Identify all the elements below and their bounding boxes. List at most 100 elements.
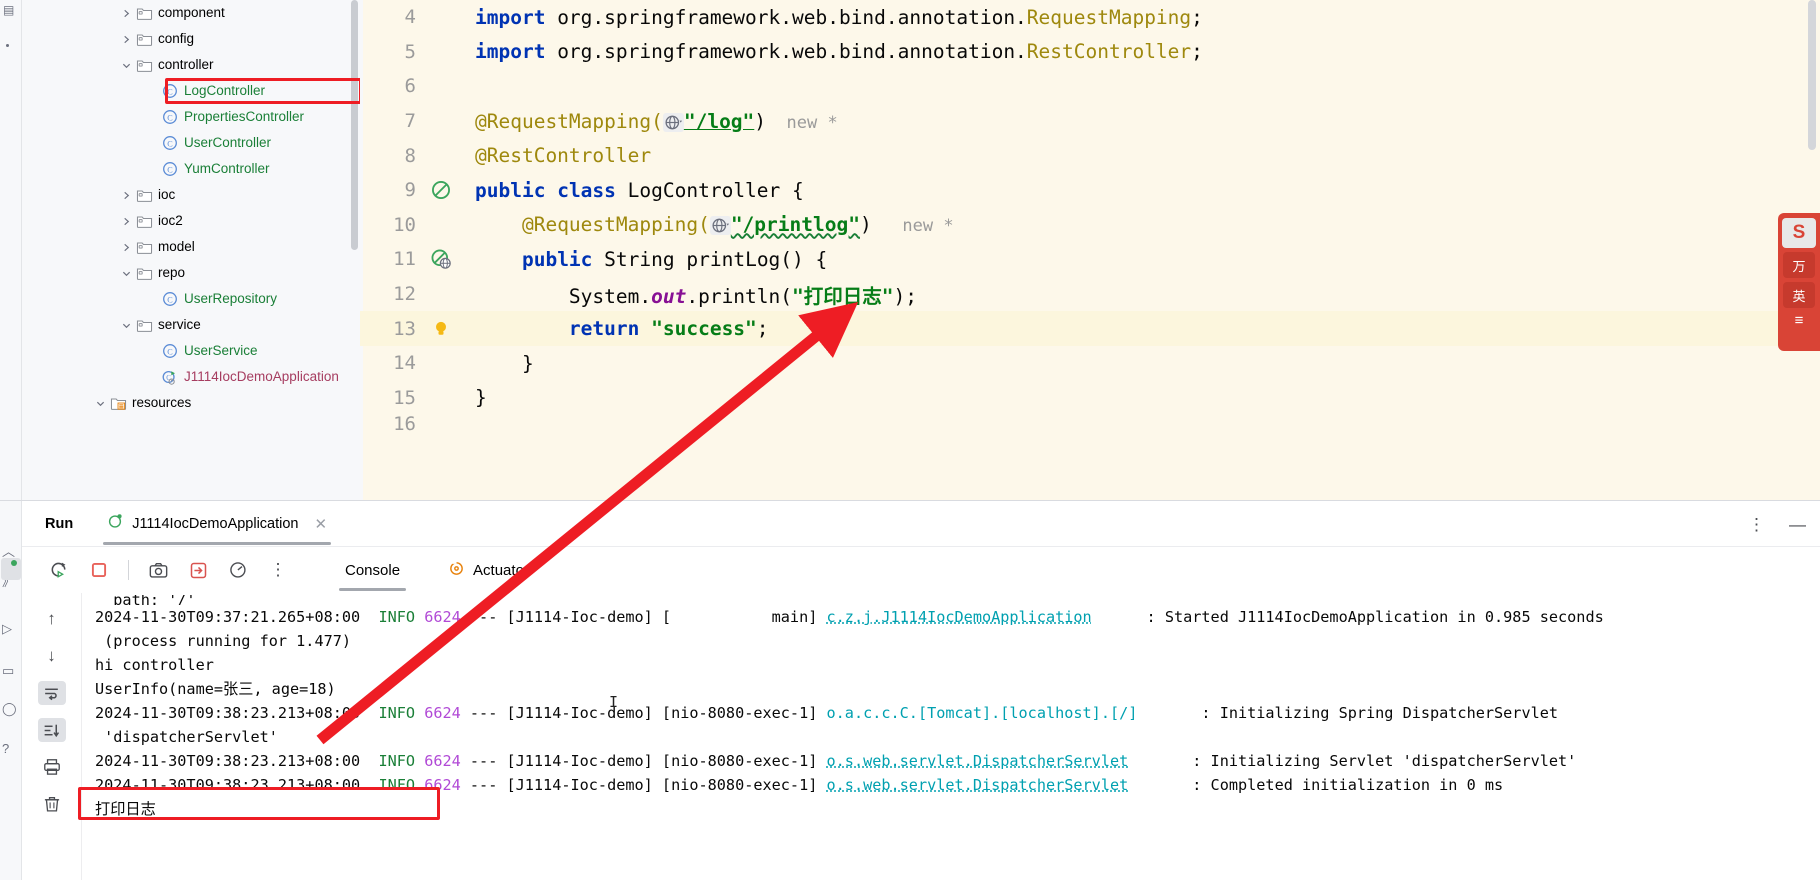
toolbar-more-icon[interactable]: ⋮ — [267, 559, 289, 581]
tab-actuator[interactable]: Actuator — [442, 547, 535, 593]
tree-item-j1114iocdemoapplication[interactable]: C J1114IocDemoApplication — [22, 364, 360, 390]
lightbulb-icon[interactable] — [420, 319, 462, 339]
terminal-tool-icon[interactable]: ▭ — [2, 663, 14, 679]
code-text: } — [521, 351, 534, 375]
left-tool-strip[interactable]: ▤ — [0, 0, 22, 500]
help-tool-icon[interactable]: ? — [2, 741, 9, 756]
sogou-input-floating-widget[interactable]: S 万 英 ≡ — [1778, 213, 1820, 351]
editor-scrollbar[interactable] — [1808, 0, 1816, 150]
log-segment: : Completed initialization in 0 ms — [1128, 776, 1504, 794]
sogou-logo-icon[interactable]: S — [1782, 218, 1816, 248]
scroll-to-end-icon[interactable] — [37, 718, 66, 742]
console-line: 2024-11-30T09:38:23.213+08:00 INFO 6624 … — [82, 749, 1820, 773]
chevron-right-icon[interactable] — [119, 214, 133, 228]
log-segment: : Initializing Servlet 'dispatcherServle… — [1128, 752, 1577, 770]
sogou-menu-icon[interactable]: ≡ — [1795, 312, 1804, 329]
line-number: 6 — [404, 75, 416, 98]
web-path-globe-icon[interactable] — [662, 112, 684, 132]
scroll-down-icon[interactable]: ↓ — [38, 644, 66, 668]
scroll-up-icon[interactable]: ↑ — [38, 607, 66, 631]
tree-item-userrepository[interactable]: C UserRepository — [22, 286, 360, 312]
more-options-icon[interactable]: ⋮ — [1748, 515, 1765, 535]
tree-item-ioc2[interactable]: ioc2 — [22, 208, 360, 234]
soft-wrap-icon[interactable] — [37, 681, 66, 705]
chevron-placeholder — [145, 292, 159, 306]
code-text: @RequestMapping("/printlog") new * — [521, 213, 954, 237]
tab-console[interactable]: Console — [339, 547, 407, 593]
log-segment — [415, 776, 424, 794]
tree-item-usercontroller[interactable]: C UserController — [22, 130, 360, 156]
tree-item-ioc[interactable]: ioc — [22, 182, 360, 208]
log-segment: UserInfo(name=张三, age=18) — [95, 680, 336, 698]
code-text: public String printLog() { — [521, 247, 828, 271]
log-segment: (process running for 1.477) — [95, 632, 352, 650]
web-mapping-icon[interactable] — [420, 248, 462, 270]
chevron-down-icon[interactable] — [119, 58, 133, 72]
chevron-down-icon[interactable] — [119, 266, 133, 280]
tab-console-active-underline — [339, 588, 407, 591]
log-segment: 2024-11-30T09:38:23.213+08:00 — [95, 704, 379, 722]
minimize-icon[interactable]: — — [1789, 515, 1806, 535]
console-output[interactable]: path: '/' 2024-11-30T09:37:21.265+08:00 I… — [82, 593, 1820, 880]
log-segment: INFO — [378, 752, 416, 770]
code-area[interactable]: 4 import org.springframework.web.bind.an… — [360, 0, 1820, 470]
tree-item-service[interactable]: service — [22, 312, 360, 338]
chevron-right-icon[interactable] — [119, 188, 133, 202]
run-tab-active-underline — [103, 541, 332, 545]
close-icon[interactable]: ✕ — [315, 515, 328, 533]
run-tab-j1114iocdemoapplication[interactable]: J1114IocDemoApplication ✕ — [103, 501, 332, 547]
run-tool-window: ︿ 》 ▷ ▭ ◯ ? Run J1114IocDemoApplication … — [0, 500, 1820, 880]
thread-dump-icon[interactable] — [187, 559, 209, 581]
code-line-9: 9 public class LogController { — [360, 173, 1820, 208]
log-segment: o.s.web.servlet.DispatcherServlet — [826, 752, 1129, 770]
code-line-10: 10 @RequestMapping("/printlog") new * — [360, 208, 1820, 243]
line-number: 12 — [393, 283, 416, 306]
profiler-icon[interactable] — [227, 559, 249, 581]
tree-item-yumcontroller[interactable]: C YumController — [22, 156, 360, 182]
tree-item-label: service — [158, 317, 201, 332]
project-tree[interactable]: component config controller C LogController C… — [22, 0, 360, 500]
tree-item-logcontroller[interactable]: C LogController — [22, 78, 360, 104]
chevron-right-icon[interactable] — [119, 240, 133, 254]
svg-text:C: C — [167, 113, 173, 122]
trash-icon[interactable] — [38, 792, 66, 816]
tree-item-resources[interactable]: resources — [22, 390, 360, 416]
strip-indicator-dot — [6, 44, 9, 47]
code-line-14: 14 } — [360, 346, 1820, 381]
tree-item-repo[interactable]: repo — [22, 260, 360, 286]
text-cursor-icon: I — [609, 693, 619, 711]
no-usage-icon[interactable] — [420, 179, 462, 201]
print-icon[interactable] — [38, 755, 66, 779]
log-segment: path: '/' — [95, 595, 196, 605]
camera-icon[interactable] — [147, 559, 169, 581]
tree-item-config[interactable]: config — [22, 26, 360, 52]
chevron-right-icon[interactable] — [119, 32, 133, 46]
tree-item-userservice[interactable]: C UserService — [22, 338, 360, 364]
sogou-pill-mid[interactable]: 英 — [1783, 282, 1815, 308]
chevron-placeholder — [145, 84, 159, 98]
project-tool-icon[interactable]: ▤ — [3, 4, 14, 16]
tree-item-component[interactable]: component — [22, 0, 360, 26]
code-line-4: 4 import org.springframework.web.bind.an… — [360, 0, 1820, 35]
web-path-globe-icon[interactable] — [709, 216, 731, 236]
run-left-tool-strip[interactable]: ︿ 》 ▷ ▭ ◯ ? — [0, 501, 22, 880]
code-line-16: 16 — [360, 415, 1820, 433]
chevron-right-icon[interactable] — [119, 6, 133, 20]
chevron-down-icon[interactable] — [119, 318, 133, 332]
run-header: Run J1114IocDemoApplication ✕ ⋮ — — [22, 501, 1820, 547]
problems-tool-icon[interactable]: ◯ — [2, 701, 17, 717]
run-tool-icon[interactable]: ▷ — [2, 621, 12, 637]
code-editor[interactable]: 4 import org.springframework.web.bind.an… — [360, 0, 1820, 500]
tree-item-controller[interactable]: controller — [22, 52, 360, 78]
project-tree-scrollbar[interactable] — [351, 0, 358, 250]
console-line: (process running for 1.477) — [82, 629, 1820, 653]
stop-icon[interactable] — [88, 559, 110, 581]
sogou-pill-top[interactable]: 万 — [1783, 252, 1815, 278]
chevron-down-icon[interactable] — [93, 396, 107, 410]
tree-item-propertiescontroller[interactable]: C PropertiesController — [22, 104, 360, 130]
log-segment: 2024-11-30T09:37:21.265+08:00 — [95, 608, 379, 626]
tree-item-model[interactable]: model — [22, 234, 360, 260]
log-segment — [415, 608, 424, 626]
folder-icon — [135, 31, 153, 47]
rerun-icon[interactable] — [48, 559, 70, 581]
